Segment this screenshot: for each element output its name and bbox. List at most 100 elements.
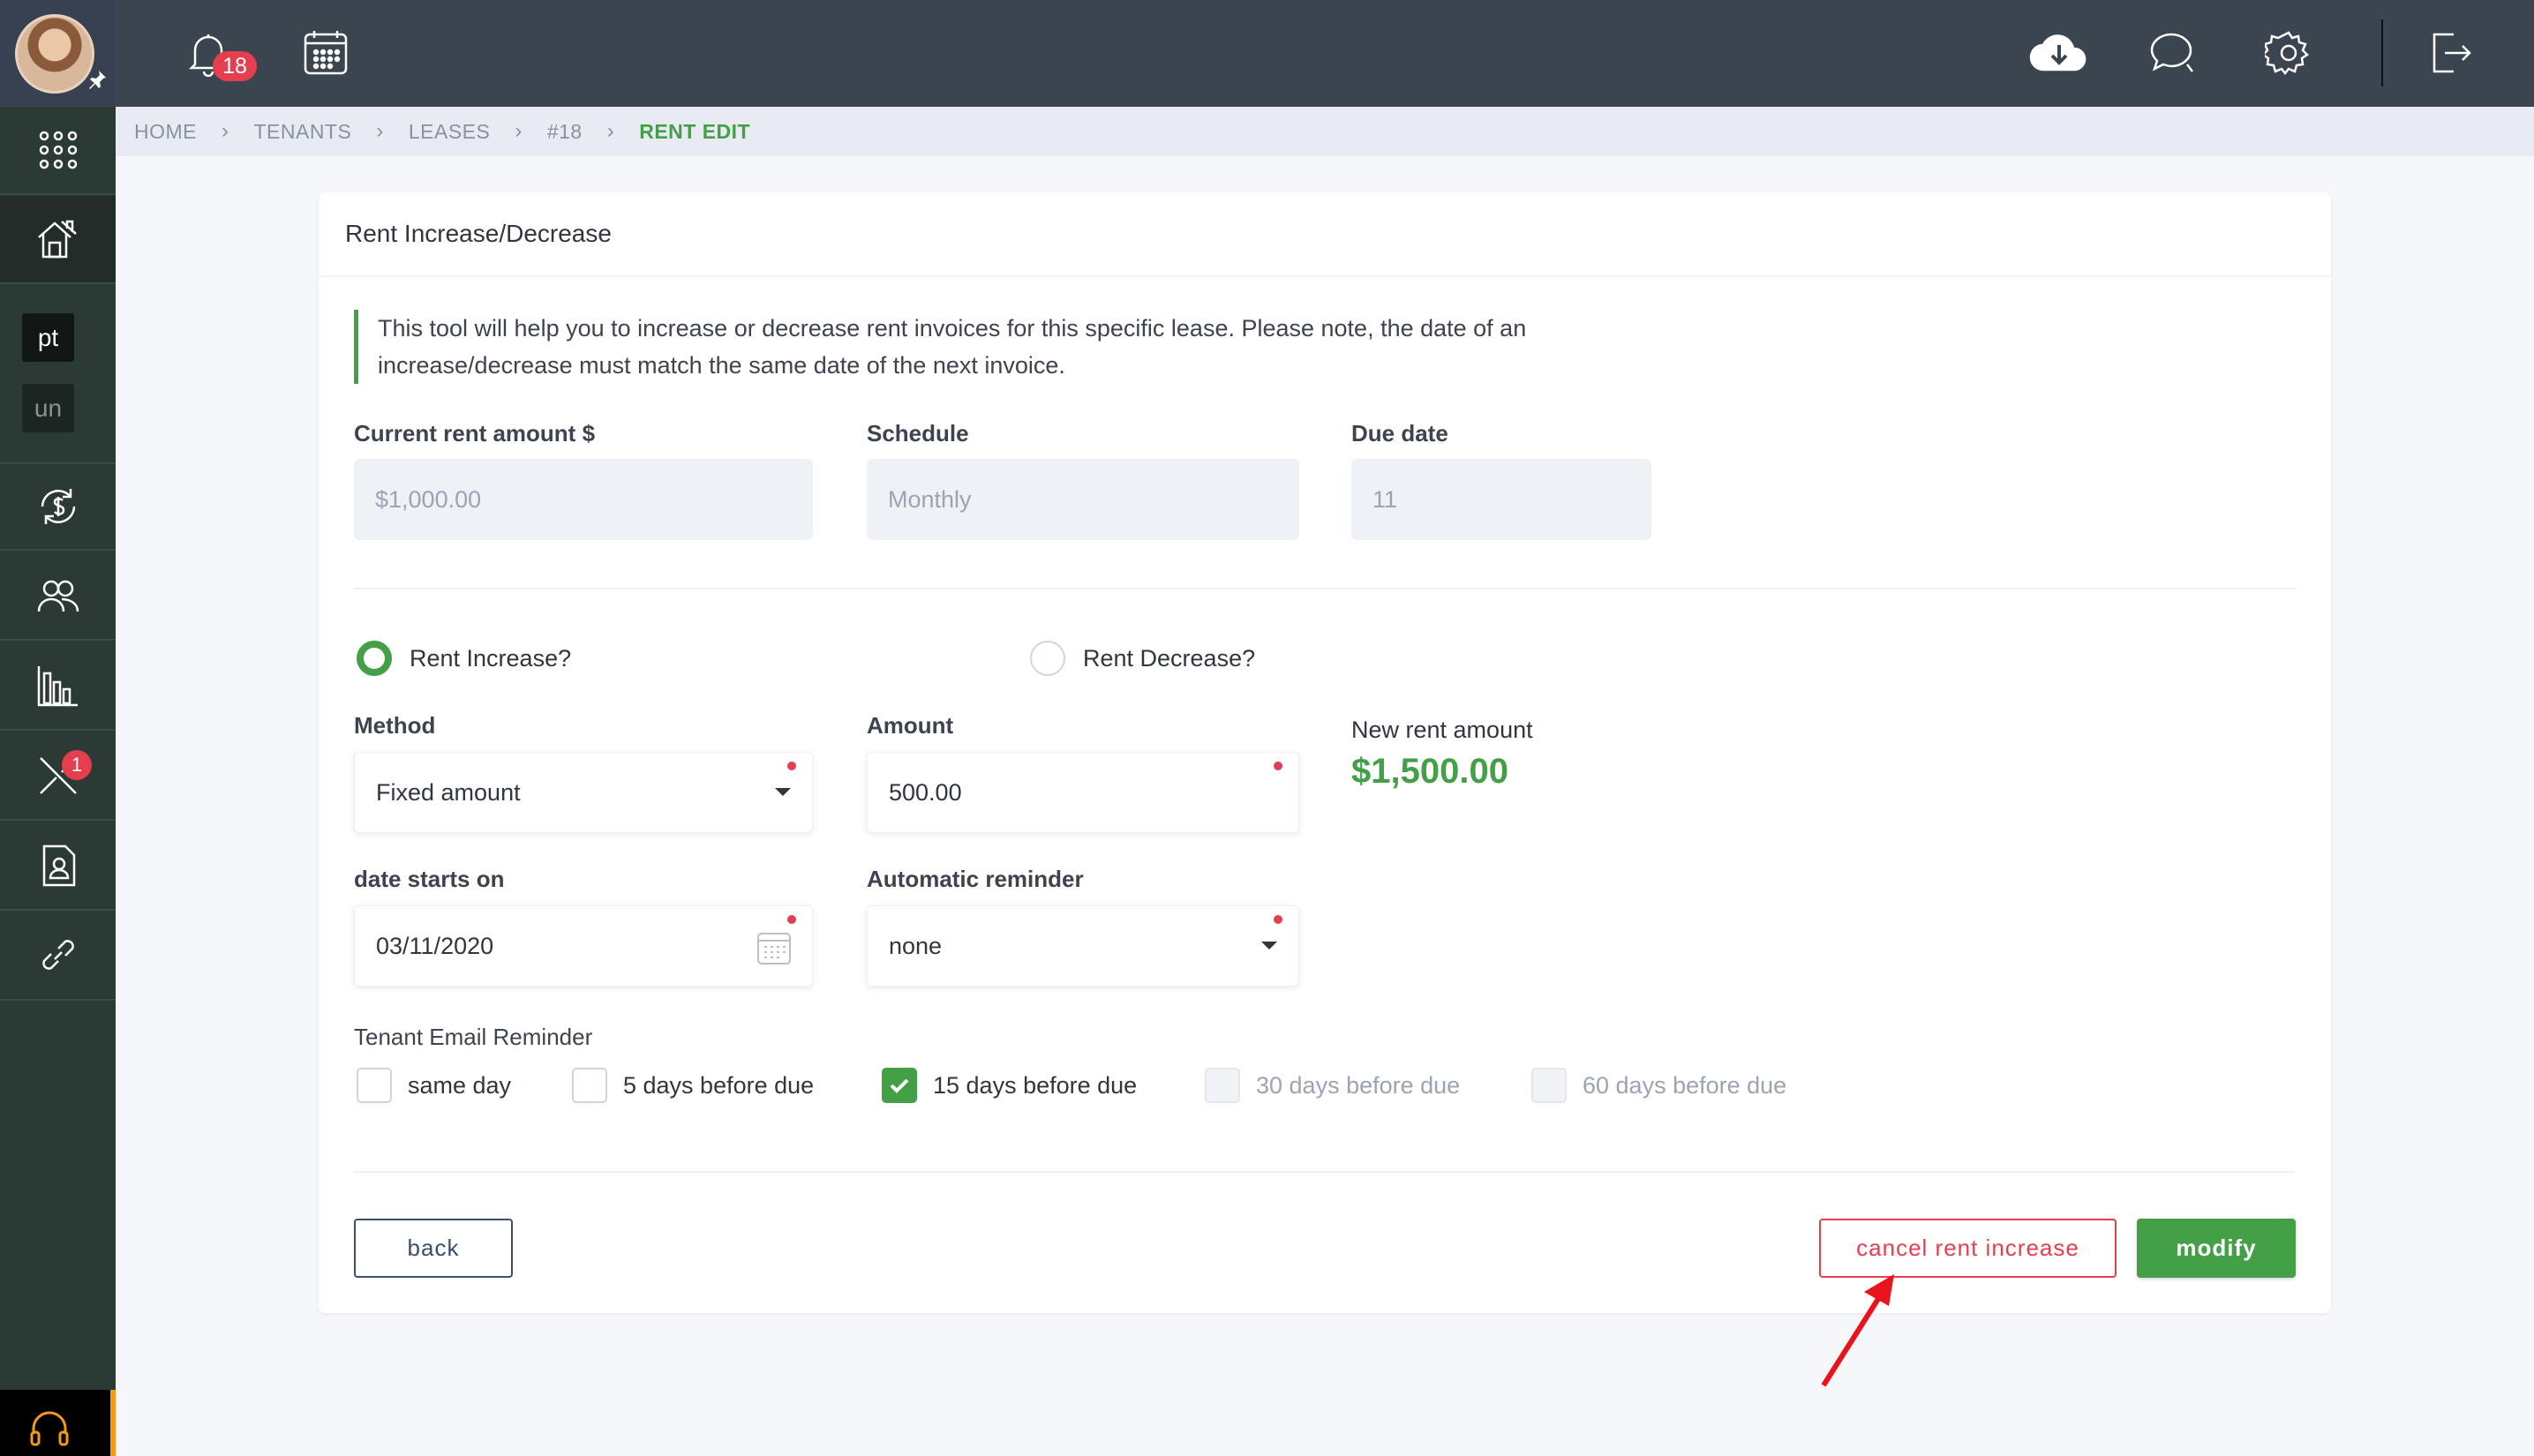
checkbox-disabled-icon [1531, 1068, 1567, 1103]
link-icon [41, 940, 74, 970]
support-button[interactable] [0, 1390, 113, 1456]
logout-button[interactable] [2425, 26, 2478, 79]
automatic-reminder-value: none [889, 932, 943, 959]
date-starts-label: date starts on [354, 866, 505, 892]
notification-count-badge: 18 [213, 51, 257, 81]
support-accent-strip [110, 1390, 116, 1456]
schedule-field: Monthly [867, 459, 1299, 540]
current-rent-label: Current rent amount $ [354, 420, 596, 447]
current-rent-field: $1,000.00 [354, 459, 813, 540]
pin-icon[interactable] [86, 69, 108, 90]
breadcrumb-home[interactable]: HOME [134, 120, 197, 144]
schedule-label: Schedule [867, 420, 969, 447]
footer-divider [354, 1171, 2296, 1173]
required-indicator [1274, 915, 1282, 924]
sidebar-item-links[interactable] [0, 912, 116, 1001]
email-reminder-60-days: 60 days before due [1531, 1068, 1786, 1103]
sidebar-item-contacts[interactable] [0, 822, 116, 911]
sidebar-chip-pt[interactable]: pt [22, 313, 74, 362]
download-button[interactable] [2024, 26, 2094, 79]
breadcrumb-tenants[interactable]: TENANTS [254, 120, 352, 144]
due-date-label: Due date [1351, 420, 1448, 447]
checkbox-label: 5 days before due [623, 1071, 815, 1099]
breadcrumb-current: RENT EDIT [639, 119, 751, 143]
email-reminder-same-day[interactable]: same day [357, 1068, 511, 1103]
chat-button[interactable] [2146, 26, 2199, 79]
checkbox-label: 15 days before due [933, 1071, 1138, 1099]
sidebar-chip-un[interactable]: un [22, 384, 74, 432]
required-indicator [1274, 762, 1282, 770]
calendar-button[interactable] [299, 26, 352, 79]
new-rent-label: New rent amount [1351, 717, 1533, 743]
sidebar-item-tenants[interactable] [0, 552, 116, 641]
modify-button[interactable]: modify [2137, 1219, 2296, 1278]
email-reminder-15-days[interactable]: 15 days before due [882, 1068, 1137, 1103]
breadcrumb-lease-id[interactable]: #18 [547, 120, 583, 144]
section-divider [354, 588, 2296, 589]
calendar-icon [304, 31, 348, 75]
caret-down-icon [775, 788, 791, 796]
date-starts-value: 03/11/2020 [376, 932, 494, 959]
users-icon [37, 580, 79, 612]
settings-button[interactable] [2262, 26, 2315, 79]
automatic-reminder-select[interactable]: none [867, 905, 1299, 987]
annotation-arrow-icon [1821, 1274, 1894, 1387]
maintenance-badge: 1 [62, 750, 92, 780]
chevron-right-icon: › [222, 119, 229, 143]
sidebar-item-payments[interactable] [0, 462, 116, 551]
checkbox-unchecked-icon [357, 1068, 392, 1103]
sidebar-item-maintenance[interactable]: 1 [0, 732, 116, 821]
topbar-divider [2381, 19, 2383, 86]
rent-edit-card: Rent Increase/Decrease This tool will he… [319, 192, 2331, 1313]
top-bar: 18 [116, 0, 2534, 107]
date-starts-input[interactable]: 03/11/2020 [354, 905, 813, 987]
gear-icon [2265, 31, 2309, 76]
chat-icon [2150, 33, 2193, 72]
required-indicator [787, 915, 796, 924]
rent-increase-radio[interactable]: Rent Increase? [357, 641, 571, 676]
avatar[interactable] [15, 14, 94, 94]
sidebar: pt un 1 [0, 0, 116, 1456]
calendar-picker-icon[interactable] [756, 929, 793, 966]
logout-icon [2432, 33, 2471, 73]
info-notice: This tool will help you to increase or d… [354, 310, 1660, 384]
rent-decrease-radio[interactable]: Rent Decrease? [1030, 641, 1255, 676]
chevron-right-icon: › [606, 119, 615, 143]
chevron-right-icon: › [515, 119, 523, 143]
checkbox-disabled-icon [1205, 1068, 1240, 1103]
checkbox-checked-icon [882, 1068, 917, 1103]
amount-value: 500.00 [889, 778, 962, 806]
due-date-field: 11 [1351, 459, 1651, 540]
automatic-reminder-label: Automatic reminder [867, 866, 1084, 892]
required-indicator [787, 762, 796, 770]
sidebar-item-reports[interactable] [0, 642, 116, 731]
card-title: Rent Increase/Decrease [319, 192, 2331, 277]
new-rent-value: $1,500.00 [1351, 752, 1508, 791]
email-reminder-label: Tenant Email Reminder [354, 1024, 593, 1050]
bar-chart-icon [37, 666, 78, 707]
email-reminder-5-days[interactable]: 5 days before due [572, 1068, 814, 1103]
caret-down-icon [1261, 942, 1277, 949]
contact-document-icon [42, 844, 75, 887]
recurring-dollar-icon [41, 489, 75, 524]
method-value: Fixed amount [376, 778, 521, 806]
rent-increase-label: Rent Increase? [410, 644, 572, 672]
radio-checked-icon [357, 641, 392, 676]
chevron-right-icon: › [376, 119, 384, 143]
breadcrumb-leases[interactable]: LEASES [409, 120, 491, 144]
back-button[interactable]: back [354, 1219, 513, 1278]
amount-input[interactable]: 500.00 [867, 752, 1299, 833]
cancel-rent-increase-button[interactable]: cancel rent increase [1819, 1219, 2117, 1278]
sidebar-item-apps[interactable] [0, 107, 116, 195]
method-select[interactable]: Fixed amount [354, 752, 813, 833]
checkbox-label: 30 days before due [1256, 1071, 1461, 1099]
grid-icon [39, 131, 77, 169]
headset-icon [30, 1411, 69, 1446]
rent-decrease-label: Rent Decrease? [1083, 644, 1256, 672]
amount-label: Amount [867, 712, 954, 739]
method-label: Method [354, 712, 436, 739]
breadcrumb: HOME › TENANTS › LEASES › #18 › RENT EDI… [116, 107, 2534, 156]
checkbox-label: 60 days before due [1583, 1071, 1787, 1099]
sidebar-item-properties[interactable] [0, 196, 116, 284]
avatar-area [0, 0, 116, 107]
